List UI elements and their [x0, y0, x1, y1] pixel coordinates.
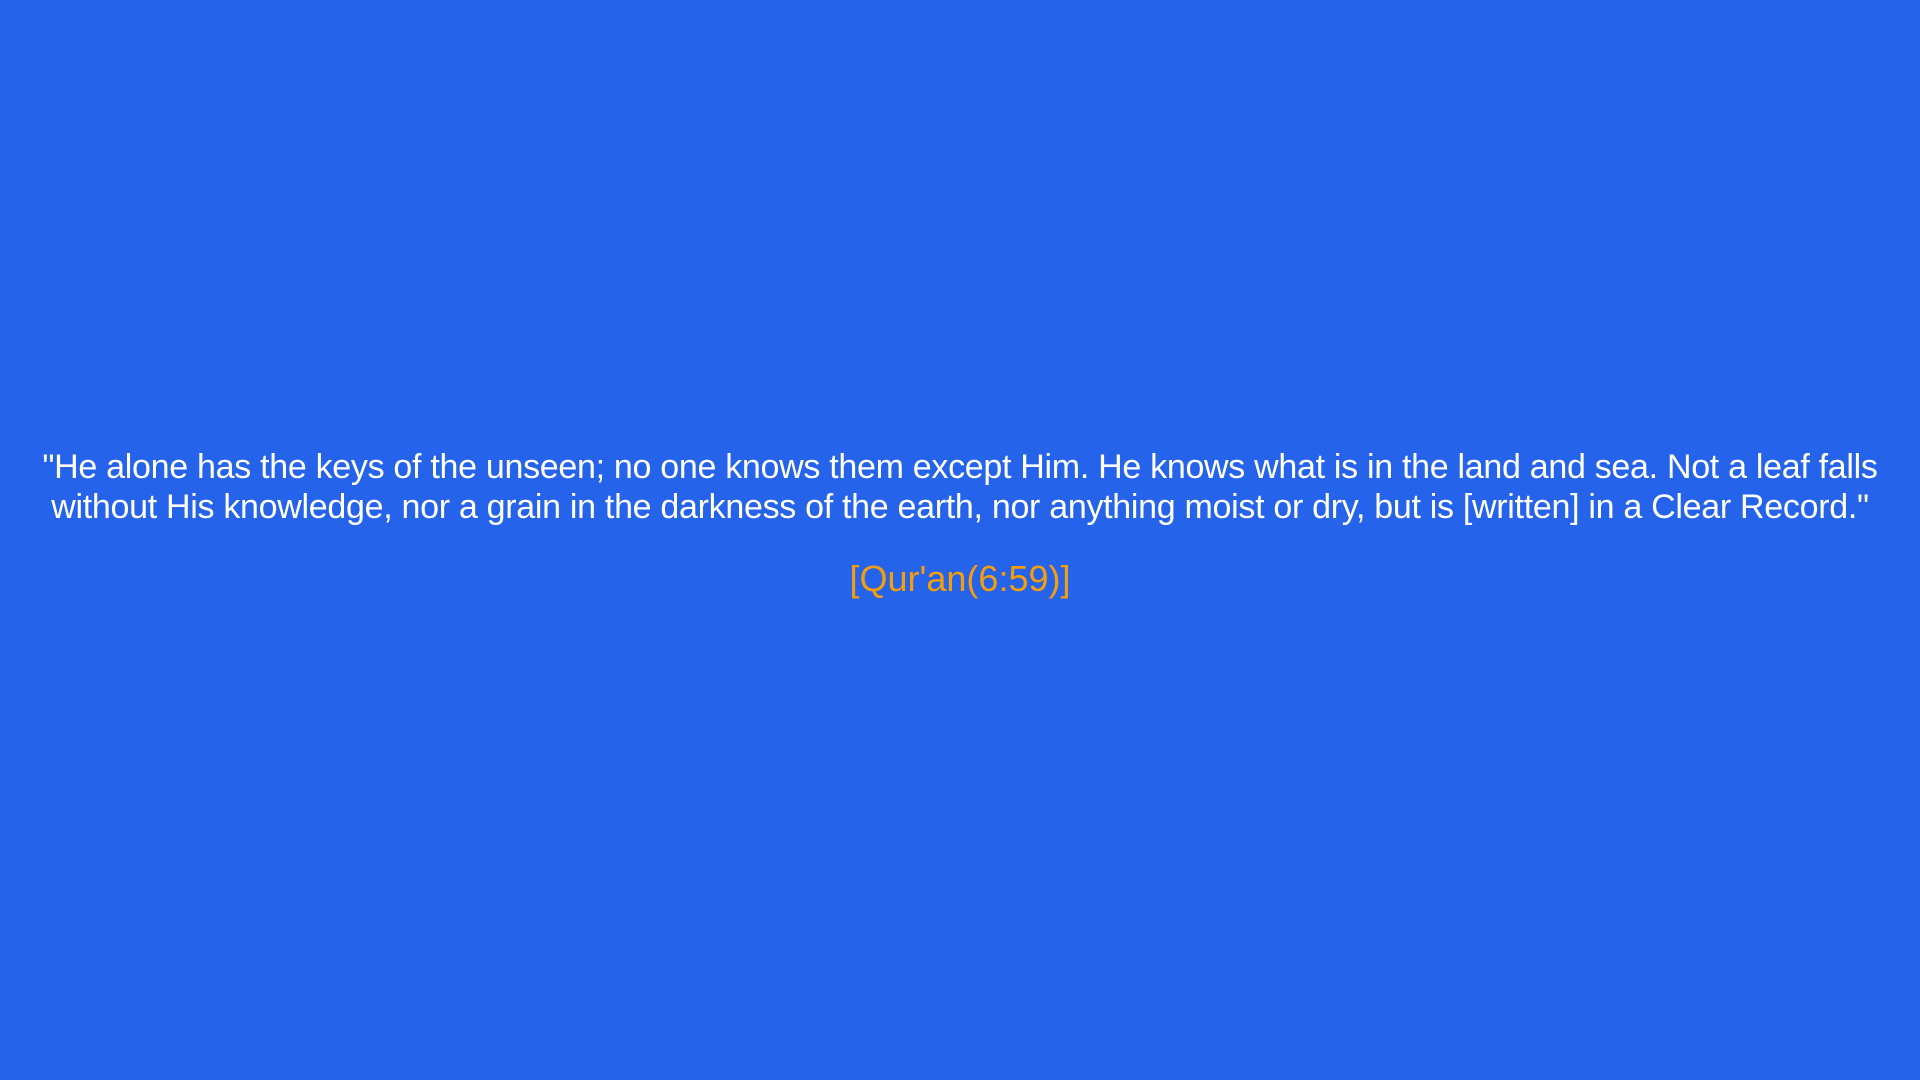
quote-citation: [Qur'an(6:59)] [849, 558, 1071, 599]
quote-text: "He alone has the keys of the unseen; no… [42, 448, 1878, 526]
quote-container: "He alone has the keys of the unseen; no… [0, 447, 1920, 599]
